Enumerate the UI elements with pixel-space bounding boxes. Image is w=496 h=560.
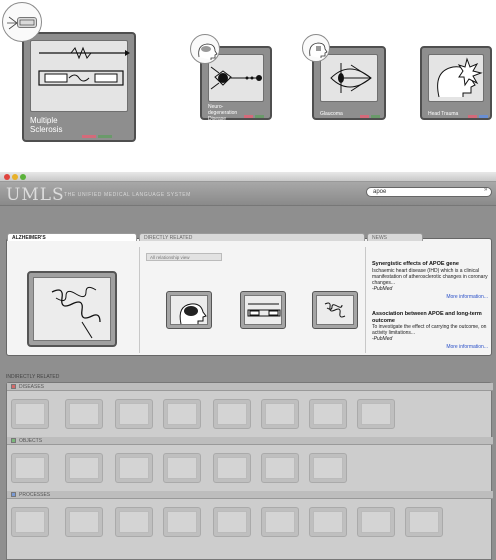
indirect-concept-thumbnail[interactable] <box>115 507 153 537</box>
indirect-concept-thumbnail[interactable] <box>309 399 347 429</box>
indirect-concept-thumbnail[interactable] <box>115 399 153 429</box>
card-label: Neuro-degeneration Disease <box>208 104 238 122</box>
section-header-diseases[interactable]: DISEASES <box>7 383 493 391</box>
indirect-concept-thumbnail[interactable] <box>163 507 201 537</box>
concept-card-multiple-sclerosis[interactable]: Multiple Sclerosis <box>22 32 136 142</box>
tag-swatch-disease <box>82 135 96 138</box>
tag-swatch-disease <box>468 115 477 118</box>
indirect-concept-thumbnail[interactable] <box>213 453 251 483</box>
indirect-concept-thumbnail[interactable] <box>309 453 347 483</box>
indirect-concept-thumbnail[interactable] <box>163 453 201 483</box>
head-eye-icon <box>309 42 328 58</box>
indirect-concept-thumbnail[interactable] <box>65 453 103 483</box>
tag-swatch-disease <box>244 115 253 118</box>
indirect-concept-thumbnail[interactable] <box>11 507 49 537</box>
concept-card-head-trauma[interactable]: Head Trauma <box>420 46 492 120</box>
tag-swatch-process <box>479 115 488 118</box>
screenshot-root: Multiple Sclerosis Neuro-degeneration Di… <box>0 0 496 560</box>
nerve-fiber-icon <box>247 303 281 317</box>
news-title[interactable]: Association between APOE and long-term o… <box>372 311 488 324</box>
more-information-link[interactable]: More information... <box>372 344 488 350</box>
tab-concept-title[interactable]: ALZHEIMER'S <box>7 233 137 241</box>
indirectly-related-panel: DISEASES OBJECTS PROCESSES <box>6 382 493 560</box>
section-header-processes[interactable]: PROCESSES <box>7 491 493 499</box>
news-body: To investigate the effect of carrying th… <box>372 324 487 336</box>
head-brain-icon <box>179 303 207 325</box>
zoom-lens <box>190 34 220 64</box>
news-item: Synergistic effects of APOE gene Ischaem… <box>372 261 488 300</box>
indirect-concept-thumbnail[interactable] <box>405 507 443 537</box>
news-source: -PubMed <box>372 336 393 342</box>
zoom-lens <box>302 34 330 62</box>
search-go-icon[interactable]: » <box>484 187 487 193</box>
news-column: Synergistic effects of APOE gene Ischaem… <box>365 247 491 353</box>
indirect-concept-thumbnail[interactable] <box>213 399 251 429</box>
indirect-concept-thumbnail[interactable] <box>213 507 251 537</box>
tag-swatch-disease <box>360 115 369 118</box>
tab-directly-related[interactable]: DIRECTLY RELATED <box>139 233 365 241</box>
card-illustration <box>428 54 484 102</box>
umls-window: UMLS THE UNIFIED MEDICAL LANGUAGE SYSTEM… <box>0 172 496 560</box>
head-trauma-icon <box>437 57 483 98</box>
concept-column <box>9 247 139 353</box>
section-header-objects[interactable]: OBJECTS <box>7 437 493 445</box>
card-label: Multiple Sclerosis <box>30 116 63 134</box>
close-window-button[interactable] <box>4 174 10 180</box>
dna-helix-icon <box>51 286 101 339</box>
dna-helix-icon <box>324 302 346 318</box>
indirect-concept-thumbnail[interactable] <box>65 507 103 537</box>
related-concept-brain[interactable] <box>166 291 212 329</box>
indirect-title: INDIRECTLY RELATED <box>6 374 60 380</box>
card-illustration <box>30 40 130 112</box>
news-item: Association between APOE and long-term o… <box>372 311 488 350</box>
tag-swatch-object <box>255 115 264 118</box>
zoom-window-button[interactable] <box>20 174 26 180</box>
news-source: -PubMed <box>372 285 393 292</box>
tab-news[interactable]: NEWS <box>367 233 423 241</box>
concept-panel: ALZHEIMER'S DIRECTLY RELATED NEWS All re… <box>6 233 492 356</box>
indirect-concept-thumbnail[interactable] <box>357 399 395 429</box>
nerve-fiber-icon <box>38 46 130 86</box>
window-titlebar <box>0 172 496 182</box>
minimize-window-button[interactable] <box>12 174 18 180</box>
directly-related-column: All relationship view <box>139 247 365 353</box>
app-logo: UMLS <box>6 185 65 205</box>
tag-swatch-object <box>98 135 112 138</box>
indirect-concept-thumbnail[interactable] <box>65 399 103 429</box>
card-label: Head Trauma <box>428 111 459 117</box>
related-concept-gene[interactable] <box>312 291 358 329</box>
app-subtitle: THE UNIFIED MEDICAL LANGUAGE SYSTEM <box>64 192 191 198</box>
head-brain-icon <box>198 43 218 60</box>
category-checkbox[interactable] <box>11 384 16 390</box>
more-information-link[interactable]: More information... <box>372 294 488 300</box>
zoom-lens <box>2 2 42 42</box>
indirect-concept-thumbnail[interactable] <box>11 399 49 429</box>
indirect-concept-thumbnail[interactable] <box>309 507 347 537</box>
concept-thumbnail[interactable] <box>27 271 117 347</box>
indirect-concept-thumbnail[interactable] <box>11 453 49 483</box>
indirect-concept-thumbnail[interactable] <box>115 453 153 483</box>
indirect-concept-thumbnail[interactable] <box>261 507 299 537</box>
indirect-concept-thumbnail[interactable] <box>163 399 201 429</box>
relationship-view-toggle[interactable]: All relationship view <box>146 253 222 261</box>
card-label: Glaucoma <box>320 111 343 117</box>
category-checkbox[interactable] <box>11 438 16 444</box>
indirect-concept-thumbnail[interactable] <box>261 453 299 483</box>
indirect-concept-thumbnail[interactable] <box>357 507 395 537</box>
related-concept-nerve[interactable] <box>240 291 286 329</box>
news-body: Ischaemic heart disease (IHD) which is a… <box>372 267 488 286</box>
category-checkbox[interactable] <box>11 492 16 498</box>
indirect-concept-thumbnail[interactable] <box>261 399 299 429</box>
search-input[interactable]: apoe <box>366 187 492 197</box>
tag-swatch-object <box>371 115 380 118</box>
app-toolbar: UMLS THE UNIFIED MEDICAL LANGUAGE SYSTEM… <box>0 182 496 206</box>
neuron-icon <box>7 16 35 30</box>
